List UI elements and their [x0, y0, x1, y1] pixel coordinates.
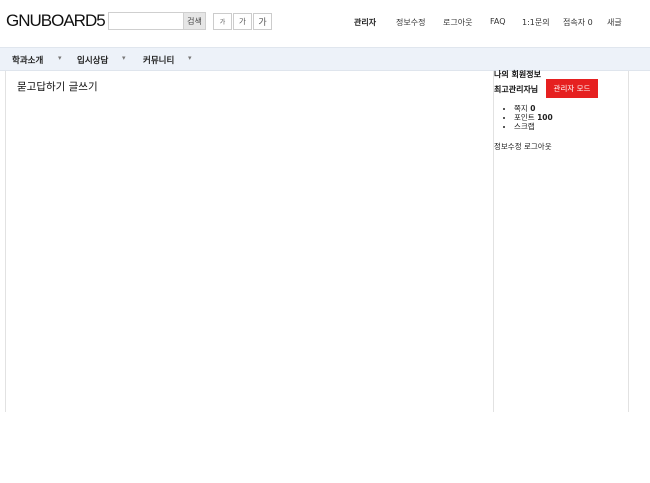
search-input[interactable] — [109, 13, 183, 29]
nav-new-posts-link[interactable]: 새글 — [607, 17, 622, 28]
font-medium-button[interactable]: 가 — [233, 13, 252, 30]
font-small-button[interactable]: 가 — [213, 13, 232, 30]
font-size-controls: 가 가 가 — [213, 13, 273, 30]
font-large-button[interactable]: 가 — [253, 13, 272, 30]
aside-left-border — [493, 71, 494, 412]
member-stats-list: 쪽지 0 포인트 100 스크랩 — [500, 104, 553, 131]
point-label: 포인트 — [514, 113, 535, 122]
list-item[interactable]: 스크랩 — [514, 122, 553, 131]
chevron-down-icon[interactable]: ▾ — [188, 54, 192, 62]
list-item[interactable]: 포인트 100 — [514, 113, 553, 122]
list-item[interactable]: 쪽지 0 — [514, 104, 553, 113]
aside-right-border — [628, 71, 629, 412]
point-value: 100 — [537, 113, 553, 122]
nav-faq-link[interactable]: FAQ — [490, 17, 506, 26]
logout-link[interactable]: 로그아웃 — [524, 142, 552, 151]
member-name: 최고관리자님 — [494, 85, 539, 94]
search-bar: 검색 — [108, 12, 206, 30]
search-button[interactable]: 검색 — [183, 13, 205, 29]
site-logo[interactable]: GNUBOARD5 — [6, 11, 106, 31]
aside-title: 나의 회원정보 — [494, 70, 541, 79]
profile-edit-link[interactable]: 정보수정 — [494, 142, 522, 151]
menu-item-department[interactable]: 학과소개 — [12, 54, 43, 66]
menu-item-admission[interactable]: 입시상담 — [77, 54, 108, 66]
memo-label: 쪽지 — [514, 104, 528, 113]
container-left-border — [5, 71, 6, 412]
nav-logout-link[interactable]: 로그아웃 — [443, 17, 472, 28]
aside-links: 정보수정 로그아웃 — [494, 141, 552, 152]
scrap-label: 스크랩 — [514, 122, 535, 131]
nav-profile-edit-link[interactable]: 정보수정 — [396, 17, 425, 28]
nav-visitors-link[interactable]: 접속자 0 — [563, 17, 593, 28]
page-title: 묻고답하기 글쓰기 — [17, 81, 98, 93]
memo-count: 0 — [530, 104, 536, 113]
chevron-down-icon[interactable]: ▾ — [58, 54, 62, 62]
menu-item-community[interactable]: 커뮤니티 — [143, 54, 174, 66]
nav-qa-link[interactable]: 1:1문의 — [522, 17, 550, 28]
chevron-down-icon[interactable]: ▾ — [122, 54, 126, 62]
admin-mode-button[interactable]: 관리자 모드 — [546, 79, 598, 98]
nav-admin-link[interactable]: 관리자 — [354, 17, 376, 28]
